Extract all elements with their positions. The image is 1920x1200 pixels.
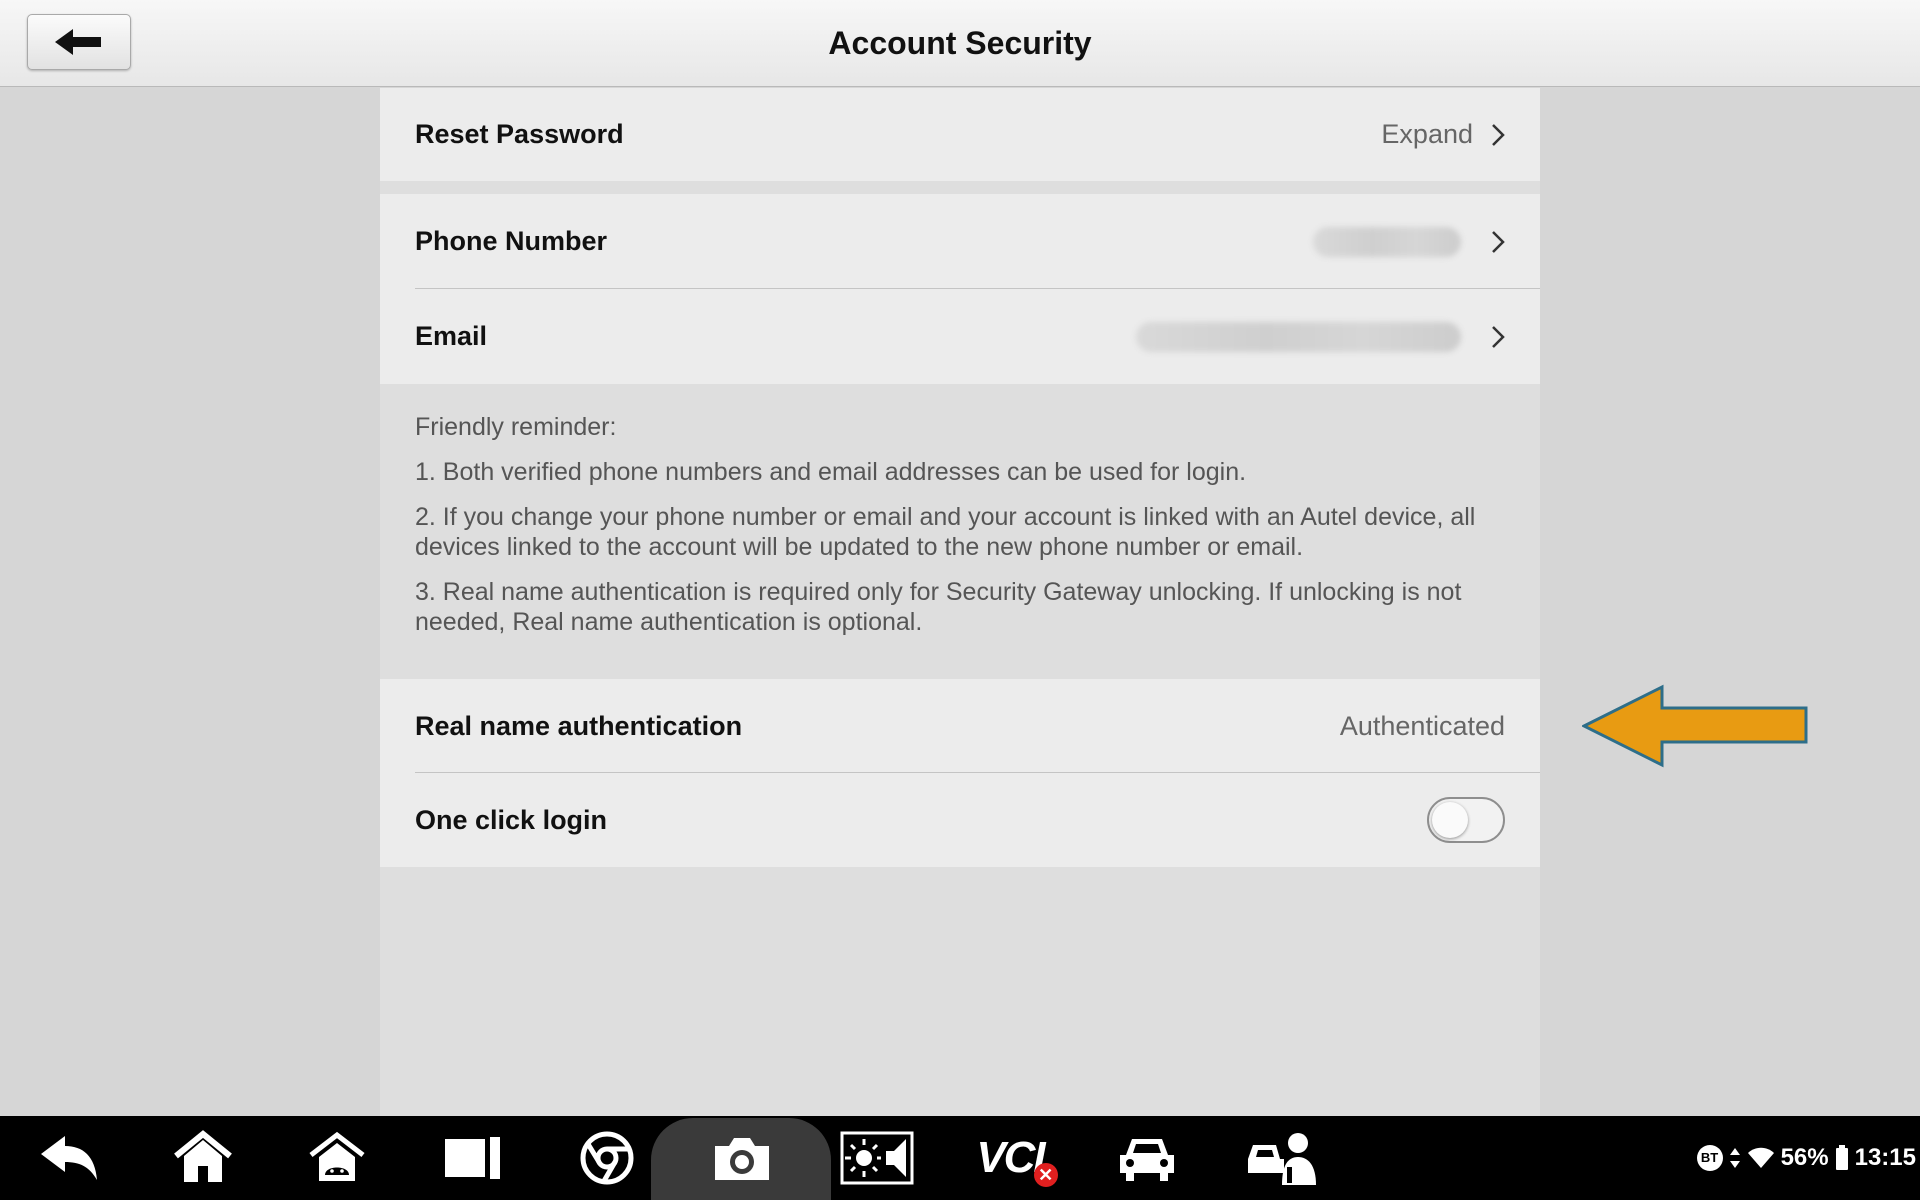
system-taskbar: VCI ✕ BT 56% 13:15 (0, 1116, 1920, 1200)
settings-panel: Reset Password Expand Phone Number Email… (380, 88, 1540, 1116)
nav-back-button[interactable] (14, 1116, 124, 1200)
brightness-volume-icon (840, 1131, 914, 1185)
email-row[interactable]: Email (380, 289, 1540, 384)
header-bar: Account Security (0, 0, 1920, 87)
house-android-icon (309, 1131, 365, 1181)
chrome-icon (580, 1131, 634, 1185)
reminder-title: Friendly reminder: (415, 413, 617, 441)
android-home-button[interactable] (282, 1116, 392, 1200)
car-icon (1120, 1139, 1174, 1181)
status-area: BT 56% 13:15 (1696, 1116, 1916, 1200)
vci-status-icon: VCI ✕ (976, 1133, 1058, 1187)
bluetooth-icon: BT (1696, 1145, 1723, 1171)
page-title: Account Security (828, 25, 1092, 61)
reset-password-row[interactable]: Reset Password Expand (380, 88, 1540, 181)
chevron-right-icon (1491, 123, 1505, 147)
one-click-login-row: One click login (380, 773, 1540, 867)
phone-number-row[interactable]: Phone Number (380, 194, 1540, 289)
tablet-icon (445, 1137, 500, 1179)
email-label: Email (415, 321, 488, 351)
friendly-reminder: Friendly reminder: 1. Both verified phon… (380, 384, 1540, 676)
camera-icon (715, 1138, 769, 1180)
reset-password-value: Expand (1381, 119, 1473, 149)
real-name-authentication-row[interactable]: Real name authentication Authenticated (380, 679, 1540, 773)
reminder-item: 3. Real name authentication is required … (415, 578, 1462, 636)
phone-number-value-redacted (1313, 226, 1461, 257)
real-name-authentication-label: Real name authentication (415, 710, 743, 741)
recent-apps-button[interactable] (418, 1116, 528, 1200)
one-click-login-label: One click login (415, 804, 608, 835)
technician-button[interactable] (1227, 1116, 1337, 1200)
email-value-redacted (1136, 321, 1461, 352)
clock: 13:15 (1854, 1144, 1916, 1171)
reminder-item: 2. If you change your phone number or em… (415, 503, 1476, 561)
data-transfer-icon (1729, 1148, 1740, 1168)
brightness-volume-button[interactable] (822, 1116, 932, 1200)
home-button[interactable] (148, 1116, 258, 1200)
browser-button[interactable] (552, 1116, 662, 1200)
wifi-icon (1747, 1147, 1774, 1168)
disconnected-icon: ✕ (1033, 1163, 1058, 1187)
one-click-login-toggle[interactable] (1427, 797, 1505, 843)
authentication-status: Authenticated (1339, 710, 1505, 741)
phone-number-label: Phone Number (415, 226, 608, 256)
back-arrow-icon (41, 1136, 97, 1180)
chevron-right-icon (1491, 325, 1505, 349)
battery-icon (1835, 1145, 1848, 1170)
annotation-arrow (1582, 684, 1808, 768)
home-icon (174, 1130, 232, 1182)
vci-status-button[interactable]: VCI ✕ (955, 1116, 1065, 1200)
vehicle-button[interactable] (1092, 1116, 1202, 1200)
chevron-right-icon (1491, 230, 1505, 254)
technician-icon (1248, 1133, 1316, 1185)
battery-percent: 56% (1780, 1144, 1829, 1171)
camera-button[interactable] (687, 1116, 797, 1200)
toggle-knob (1432, 802, 1468, 838)
reminder-item: 1. Both verified phone numbers and email… (415, 458, 1247, 486)
reset-password-label: Reset Password (415, 119, 624, 149)
